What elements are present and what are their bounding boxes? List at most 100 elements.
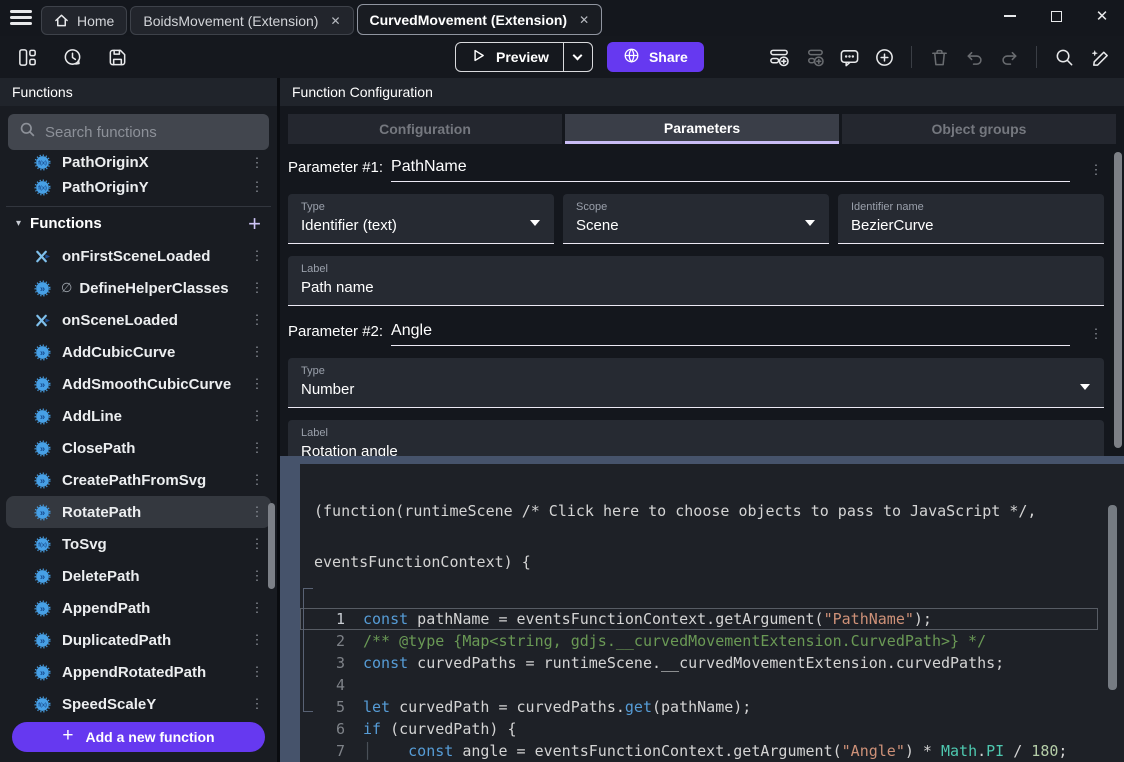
tab-boidsmovement-extension[interactable]: BoidsMovement (Extension)✕	[130, 6, 353, 35]
history-icon[interactable]	[61, 46, 83, 68]
code-line-4[interactable]: 4	[300, 674, 1098, 696]
item-menu-button[interactable]: ⋮	[249, 504, 265, 520]
item-menu-button[interactable]: ⋮	[249, 376, 265, 392]
code-header[interactable]: (function(runtimeScene /* Click here to …	[300, 464, 1124, 608]
add-event-icon[interactable]	[768, 46, 790, 68]
function-configuration-panel: Function Configuration ConfigurationPara…	[280, 78, 1124, 762]
item-menu-button[interactable]: ⋮	[249, 632, 265, 648]
sidebar-item-addsmoothcubiccurve[interactable]: »AddSmoothCubicCurve⋮	[6, 368, 271, 400]
sidebar-item-tosvg[interactable]: f(x)ToSvg⋮	[6, 528, 271, 560]
main-menu-icon[interactable]	[10, 7, 32, 29]
minimize-button[interactable]	[1002, 8, 1018, 24]
sidebar-item-onfirstsceneloaded[interactable]: onFirstSceneLoaded⋮	[6, 240, 271, 272]
add-circle-icon[interactable]	[873, 46, 895, 68]
item-menu-button[interactable]: ⋮	[249, 472, 265, 488]
item-menu-button[interactable]: ⋮	[249, 248, 265, 264]
add-new-function-button[interactable]: + Add a new function	[12, 722, 265, 752]
parameter-name-input[interactable]: Angle	[391, 322, 1070, 346]
sidebar-item-closepath[interactable]: »ClosePath⋮	[6, 432, 271, 464]
action-function-icon: »	[34, 600, 51, 617]
item-menu-button[interactable]: ⋮	[249, 155, 265, 171]
sidebar-item-addline[interactable]: »AddLine⋮	[6, 400, 271, 432]
close-tab-icon[interactable]: ✕	[579, 13, 589, 27]
scope-select[interactable]: Scope Scene	[563, 194, 829, 244]
save-icon[interactable]	[106, 46, 128, 68]
label-field[interactable]: Label Rotation angle	[288, 420, 1104, 456]
parameters-scrollbar[interactable]	[1114, 152, 1122, 448]
code-line-1[interactable]: 1const pathName = eventsFunctionContext.…	[300, 608, 1098, 630]
code-line-3[interactable]: 3const curvedPaths = runtimeScene.__curv…	[300, 652, 1098, 674]
code-lines[interactable]: 1const pathName = eventsFunctionContext.…	[300, 608, 1124, 762]
sidebar-item-appendrotatedpath[interactable]: »AppendRotatedPath⋮	[6, 656, 271, 688]
code-line-6[interactable]: 6if (curvedPath) {	[300, 718, 1098, 740]
share-button[interactable]: Share	[607, 42, 704, 72]
search-box[interactable]	[8, 114, 269, 150]
tab-configuration[interactable]: Configuration	[288, 114, 562, 144]
sidebar-item-duplicatedpath[interactable]: »DuplicatedPath⋮	[6, 624, 271, 656]
tab-object-groups[interactable]: Object groups	[842, 114, 1116, 144]
search-icon[interactable]	[1053, 46, 1075, 68]
close-tab-icon[interactable]: ✕	[330, 14, 340, 28]
globe-icon	[623, 47, 640, 67]
code-line-5[interactable]: 5let curvedPath = curvedPaths.get(pathNa…	[300, 696, 1098, 718]
item-menu-button[interactable]: ⋮	[249, 312, 265, 328]
event-drag-handle[interactable]	[280, 456, 300, 762]
item-menu-button[interactable]: ⋮	[249, 280, 265, 296]
line-content: const curvedPaths = runtimeScene.__curve…	[363, 653, 1097, 673]
event-function-icon	[34, 312, 51, 329]
tab-curvedmovement-extension[interactable]: CurvedMovement (Extension)✕	[357, 4, 603, 35]
add-comment-icon[interactable]	[838, 46, 860, 68]
code-scrollbar[interactable]	[1108, 505, 1117, 690]
function-name: AddCubicCurve	[62, 344, 175, 361]
action-function-icon: »	[34, 664, 51, 681]
maximize-button[interactable]	[1048, 8, 1064, 24]
sidebar-item-createpathfromsvg[interactable]: »CreatePathFromSvg⋮	[6, 464, 271, 496]
sidebar-item-definehelperclasses[interactable]: »∅DefineHelperClasses⋮	[6, 272, 271, 304]
function-name: PathOriginX	[62, 154, 149, 171]
add-function-plus-icon[interactable]: +	[248, 213, 261, 235]
preview-button[interactable]: Preview	[455, 42, 593, 72]
functions-section-header[interactable]: ▾ Functions +	[6, 206, 271, 240]
magic-edit-icon[interactable]	[1088, 46, 1110, 68]
search-input[interactable]	[45, 124, 258, 141]
toolbar-right-icons	[768, 46, 1110, 68]
item-menu-button[interactable]: ⋮	[249, 568, 265, 584]
sidebar-item-rotatepath[interactable]: »RotatePath⋮	[6, 496, 271, 528]
sidebar-item-pathoriginx[interactable]: f(x)PathOriginX⋮	[6, 154, 271, 171]
tab-home[interactable]: Home	[41, 6, 127, 35]
sidebar-item-pathoriginy[interactable]: f(x)PathOriginY⋮	[6, 171, 271, 203]
sidebar-item-speedscaley[interactable]: f(x)SpeedScaleY⋮	[6, 688, 271, 716]
titlebar: HomeBoidsMovement (Extension)✕CurvedMove…	[0, 0, 1124, 36]
parameter-menu-button[interactable]: ⋮	[1088, 326, 1104, 346]
type-select[interactable]: Type Number	[288, 358, 1104, 408]
item-menu-button[interactable]: ⋮	[249, 179, 265, 195]
item-menu-button[interactable]: ⋮	[249, 440, 265, 456]
sidebar-scrollbar[interactable]	[268, 503, 275, 589]
field-label: Type	[301, 201, 541, 213]
item-menu-button[interactable]: ⋮	[249, 664, 265, 680]
type-select[interactable]: Type Identifier (text)	[288, 194, 554, 244]
undo-icon	[963, 46, 985, 68]
item-menu-button[interactable]: ⋮	[249, 600, 265, 616]
code-line-7[interactable]: 7│ const angle = eventsFunctionContext.g…	[300, 740, 1098, 762]
item-menu-button[interactable]: ⋮	[249, 696, 265, 712]
panels-icon[interactable]	[16, 46, 38, 68]
sidebar-item-addcubiccurve[interactable]: »AddCubicCurve⋮	[6, 336, 271, 368]
label-field[interactable]: Label Path name	[288, 256, 1104, 306]
line-content: │ const angle = eventsFunctionContext.ge…	[363, 741, 1097, 761]
item-menu-button[interactable]: ⋮	[249, 536, 265, 552]
item-menu-button[interactable]: ⋮	[249, 344, 265, 360]
sidebar-item-appendpath[interactable]: »AppendPath⋮	[6, 592, 271, 624]
svg-text:f(x): f(x)	[38, 702, 47, 708]
sidebar-item-deletepath[interactable]: »DeletePath⋮	[6, 560, 271, 592]
close-window-button[interactable]: ✕	[1094, 8, 1110, 24]
preview-dropdown-button[interactable]	[564, 43, 592, 71]
parameter-menu-button[interactable]: ⋮	[1088, 162, 1104, 182]
item-menu-button[interactable]: ⋮	[249, 408, 265, 424]
sidebar-item-onsceneloaded[interactable]: onSceneLoaded⋮	[6, 304, 271, 336]
identifier-name-field[interactable]: Identifier name BezierCurve	[838, 194, 1104, 244]
code-line-2[interactable]: 2/** @type {Map<string, gdjs.__curvedMov…	[300, 630, 1098, 652]
parameter-name-input[interactable]: PathName	[391, 158, 1070, 182]
tab-parameters[interactable]: Parameters	[565, 114, 839, 144]
code-editor[interactable]: (function(runtimeScene /* Click here to …	[300, 464, 1124, 762]
